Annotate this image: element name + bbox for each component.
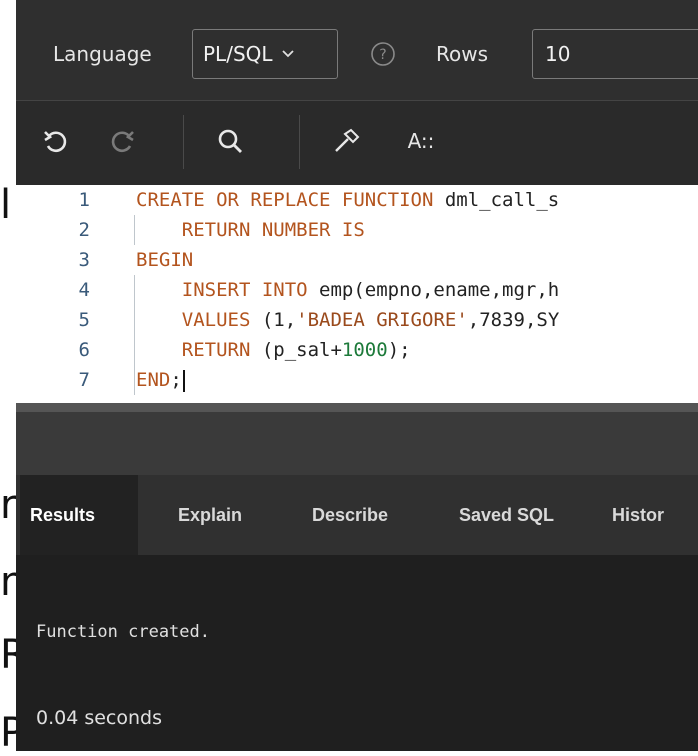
result-message: Function created. bbox=[36, 622, 210, 642]
svg-text:?: ? bbox=[379, 47, 386, 63]
tab-results[interactable]: Results bbox=[20, 475, 138, 555]
pane-splitter[interactable] bbox=[16, 403, 698, 476]
code-editor[interactable]: 1 CREATE OR REPLACE FUNCTION dml_call_s 2 … bbox=[16, 185, 698, 403]
code-token: ); bbox=[387, 339, 411, 361]
code-token: VALUES bbox=[136, 309, 262, 331]
code-text: BEGIN bbox=[136, 245, 193, 275]
rows-label: Rows bbox=[436, 42, 489, 66]
toolbar-divider bbox=[299, 115, 300, 169]
hammer-icon bbox=[335, 128, 360, 152]
redo-button[interactable] bbox=[104, 123, 140, 159]
settings-bar: Language PL/SQL ? Rows 10 bbox=[16, 0, 698, 101]
tab-describe[interactable]: Describe bbox=[302, 475, 398, 555]
rows-input[interactable]: 10 bbox=[532, 29, 698, 79]
line-number: 5 bbox=[78, 309, 90, 331]
code-text: END; bbox=[136, 365, 185, 395]
code-token: BEGIN bbox=[136, 249, 194, 271]
text-cursor bbox=[182, 369, 185, 392]
code-token: (1, bbox=[261, 309, 297, 331]
line-number: 1 bbox=[78, 189, 90, 211]
search-icon bbox=[218, 129, 242, 153]
search-button[interactable] bbox=[212, 123, 248, 159]
help-icon[interactable]: ? bbox=[370, 41, 396, 67]
code-token: INSERT INTO bbox=[136, 279, 320, 301]
chevron-down-icon bbox=[281, 50, 294, 58]
code-token: RETURN bbox=[136, 339, 262, 361]
code-token: ,7839,SY bbox=[467, 309, 560, 331]
code-text: INSERT INTO emp(empno,ename,mgr,h bbox=[136, 275, 560, 305]
hammer-button[interactable] bbox=[328, 123, 364, 159]
editor-toolbar: A:: bbox=[16, 101, 698, 185]
code-token: END bbox=[136, 369, 171, 391]
code-line[interactable]: 7 END; bbox=[16, 365, 698, 395]
elapsed-time: 0.04 seconds bbox=[36, 707, 163, 729]
splitter-grip[interactable] bbox=[16, 404, 698, 412]
toolbar-divider bbox=[183, 115, 184, 169]
code-text: RETURN NUMBER IS bbox=[136, 215, 365, 245]
language-value: PL/SQL bbox=[203, 42, 273, 66]
result-tabs: Results Explain Describe Saved SQL Histo… bbox=[16, 475, 698, 555]
redo-icon bbox=[111, 131, 134, 153]
undo-icon bbox=[44, 131, 67, 153]
code-line[interactable]: 2 RETURN NUMBER IS bbox=[16, 215, 698, 245]
undo-button[interactable] bbox=[38, 123, 74, 159]
results-pane: Function created. 0.04 seconds bbox=[16, 555, 698, 751]
code-line[interactable]: 5 VALUES (1,'BADEA GRIGORE',7839,SY bbox=[16, 305, 698, 335]
code-text: CREATE OR REPLACE FUNCTION dml_call_s bbox=[136, 185, 559, 215]
code-token: ; bbox=[170, 369, 182, 391]
background-text-fragment: r bbox=[0, 482, 17, 528]
line-number: 7 bbox=[78, 369, 90, 391]
line-number: 6 bbox=[78, 339, 90, 361]
code-line[interactable]: 1 CREATE OR REPLACE FUNCTION dml_call_s bbox=[16, 185, 698, 215]
code-token: 1000 bbox=[341, 339, 388, 361]
code-line[interactable]: 4 INSERT INTO emp(empno,ename,mgr,h bbox=[16, 275, 698, 305]
code-line[interactable]: 6 RETURN (p_sal+1000); bbox=[16, 335, 698, 365]
language-label: Language bbox=[53, 42, 152, 66]
code-text: VALUES (1,'BADEA GRIGORE',7839,SY bbox=[136, 305, 560, 335]
code-token: CREATE OR REPLACE FUNCTION bbox=[136, 189, 445, 211]
code-token: 'BADEA GRIGORE' bbox=[296, 309, 468, 331]
code-line[interactable]: 3 BEGIN bbox=[16, 245, 698, 275]
code-token: RETURN NUMBER IS bbox=[136, 219, 365, 241]
tab-history[interactable]: Histor bbox=[602, 475, 674, 555]
code-token: (p_sal+ bbox=[261, 339, 342, 361]
background-text-fragment: l bbox=[0, 182, 12, 228]
code-text: RETURN (p_sal+1000); bbox=[136, 335, 411, 365]
format-button[interactable]: A:: bbox=[396, 123, 446, 159]
line-number: 2 bbox=[78, 219, 90, 241]
language-select[interactable]: PL/SQL bbox=[192, 29, 338, 79]
line-number: 3 bbox=[78, 249, 90, 271]
tab-explain[interactable]: Explain bbox=[168, 475, 252, 555]
tab-saved-sql[interactable]: Saved SQL bbox=[449, 475, 564, 555]
sql-workshop-panel: Language PL/SQL ? Rows 10 A:: 1 CREATE O… bbox=[16, 0, 698, 751]
code-token: emp(empno,ename,mgr,h bbox=[319, 279, 560, 301]
code-token: dml_call_s bbox=[444, 189, 560, 211]
format-label: A:: bbox=[407, 129, 435, 153]
line-number: 4 bbox=[78, 279, 90, 301]
